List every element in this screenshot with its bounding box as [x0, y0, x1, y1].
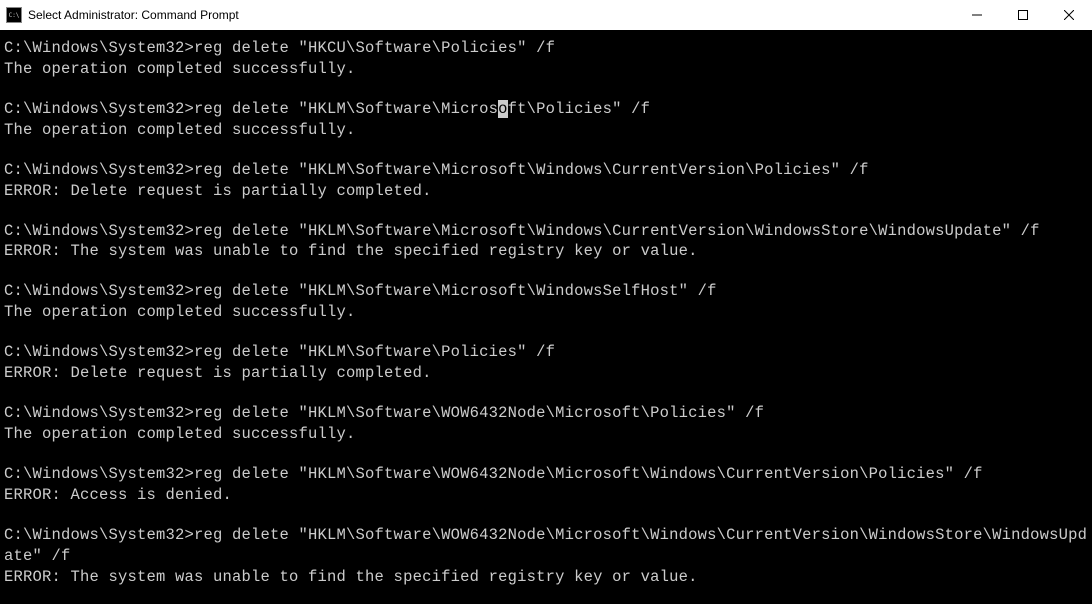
result-line: The operation completed successfully.	[4, 120, 1088, 141]
command-line: C:\Windows\System32>reg delete "HKLM\Sof…	[4, 160, 1088, 181]
command-block: C:\Windows\System32>reg delete "HKLM\Sof…	[4, 403, 1088, 445]
minimize-button[interactable]	[954, 0, 1000, 30]
command-block: C:\Windows\System32>reg delete "HKLM\Sof…	[4, 281, 1088, 323]
command-line: C:\Windows\System32>reg delete "HKLM\Sof…	[4, 281, 1088, 302]
command-line: C:\Windows\System32>reg delete "HKLM\Sof…	[4, 221, 1088, 242]
command-line: C:\Windows\System32>reg delete "HKLM\Sof…	[4, 464, 1088, 485]
command-line: C:\Windows\System32>reg delete "HKLM\Sof…	[4, 525, 1088, 567]
command-block: C:\Windows\System32>reg delete "HKLM\Sof…	[4, 342, 1088, 384]
command-line: C:\Windows\System32>reg delete "HKLM\Sof…	[4, 403, 1088, 424]
maximize-icon	[1018, 10, 1028, 20]
result-line: ERROR: Delete request is partially compl…	[4, 181, 1088, 202]
terminal-output[interactable]: C:\Windows\System32>reg delete "HKCU\Sof…	[0, 30, 1092, 592]
cursor-highlight: o	[498, 100, 508, 118]
result-line: The operation completed successfully.	[4, 59, 1088, 80]
command-block: C:\Windows\System32>reg delete "HKLM\Sof…	[4, 525, 1088, 588]
titlebar-controls	[954, 0, 1092, 30]
result-line: The operation completed successfully.	[4, 302, 1088, 323]
command-line: C:\Windows\System32>reg delete "HKLM\Sof…	[4, 342, 1088, 363]
maximize-button[interactable]	[1000, 0, 1046, 30]
result-line: ERROR: The system was unable to find the…	[4, 241, 1088, 262]
close-button[interactable]	[1046, 0, 1092, 30]
close-icon	[1064, 10, 1074, 20]
minimize-icon	[972, 10, 982, 20]
window-titlebar: C:\ Select Administrator: Command Prompt	[0, 0, 1092, 30]
cmd-icon: C:\	[6, 7, 22, 23]
command-block: C:\Windows\System32>reg delete "HKCU\Sof…	[4, 38, 1088, 80]
command-block: C:\Windows\System32>reg delete "HKLM\Sof…	[4, 99, 1088, 141]
result-line: ERROR: Access is denied.	[4, 485, 1088, 506]
result-line: ERROR: The system was unable to find the…	[4, 567, 1088, 588]
command-line: C:\Windows\System32>reg delete "HKCU\Sof…	[4, 38, 1088, 59]
command-line: C:\Windows\System32>reg delete "HKLM\Sof…	[4, 99, 1088, 120]
command-block: C:\Windows\System32>reg delete "HKLM\Sof…	[4, 160, 1088, 202]
command-block: C:\Windows\System32>reg delete "HKLM\Sof…	[4, 464, 1088, 506]
titlebar-left: C:\ Select Administrator: Command Prompt	[6, 7, 239, 23]
window-title: Select Administrator: Command Prompt	[28, 8, 239, 22]
result-line: The operation completed successfully.	[4, 424, 1088, 445]
result-line: ERROR: Delete request is partially compl…	[4, 363, 1088, 384]
command-block: C:\Windows\System32>reg delete "HKLM\Sof…	[4, 221, 1088, 263]
